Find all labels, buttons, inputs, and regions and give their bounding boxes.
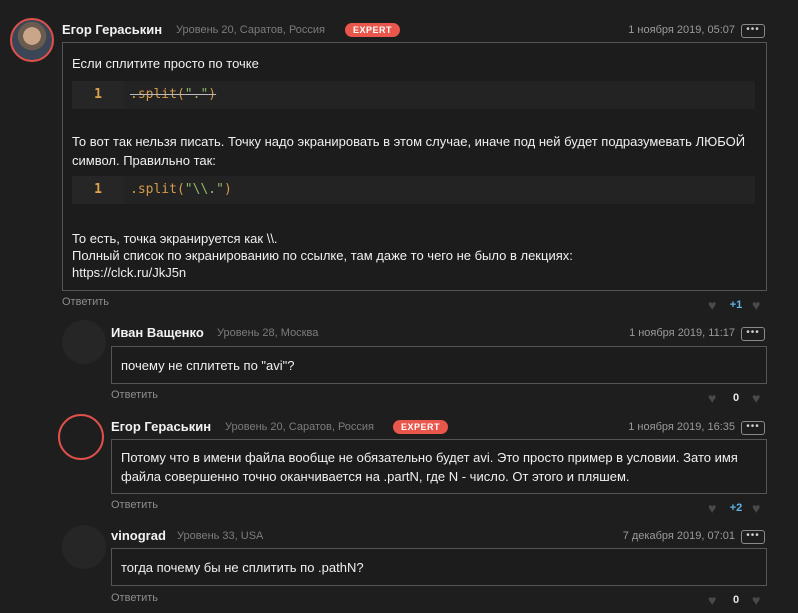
more-button[interactable]: ••• [741, 421, 765, 435]
comment-text: почему не сплитеть по "avi"? [121, 358, 295, 373]
ellipsis-icon: ••• [746, 327, 760, 338]
author-name[interactable]: Егор Гераськин [111, 419, 211, 434]
comment-date: 1 ноября 2019, 11:17 [629, 327, 735, 339]
more-button[interactable]: ••• [741, 530, 765, 544]
vote-count: +2 [729, 502, 743, 514]
reply-button[interactable]: Ответить [111, 592, 158, 604]
comment-text: Потому что в имени файла вообще не обяза… [121, 450, 738, 484]
expert-badge: EXPERT [345, 23, 401, 37]
comment-link[interactable]: https://clck.ru/JkJ5n [72, 263, 186, 282]
comment-text: Если сплитите просто по точке [72, 56, 259, 71]
reply-button[interactable]: Ответить [62, 296, 109, 308]
author-meta: Уровень 20, Саратов, Россия [176, 24, 326, 36]
author-name[interactable]: Егор Гераськин [62, 22, 162, 37]
expert-badge: EXPERT [393, 420, 449, 434]
ellipsis-icon: ••• [746, 530, 760, 541]
comment-date: 1 ноября 2019, 16:35 [628, 421, 735, 433]
line-number: 1 [72, 176, 124, 204]
code-line: .split(".") [130, 87, 217, 102]
more-button[interactable]: ••• [741, 327, 765, 341]
author-name[interactable]: Иван Ващенко [111, 325, 204, 340]
avatar[interactable] [62, 320, 106, 364]
dislike-heart-icon[interactable]: ♥ [752, 501, 766, 515]
avatar[interactable] [10, 18, 54, 62]
reply-button[interactable]: Ответить [111, 389, 158, 401]
ellipsis-icon: ••• [746, 421, 760, 432]
comment-text: тогда почему бы не сплитить по .pathN? [121, 560, 364, 575]
author-meta: Уровень 20, Саратов, Россия [225, 421, 375, 433]
ellipsis-icon: ••• [746, 24, 760, 35]
code-block: 1 .split(".") [72, 81, 755, 109]
dislike-heart-icon[interactable]: ♥ [752, 593, 766, 607]
vote-count: +1 [729, 299, 743, 311]
comment-date: 1 ноября 2019, 05:07 [628, 24, 735, 36]
avatar[interactable] [62, 525, 106, 569]
comments-page: { "comments": [ { "author": "Егор Герась… [0, 0, 798, 613]
dislike-heart-icon[interactable]: ♥ [752, 391, 766, 405]
comment-text: То вот так нельзя писать. Точку надо экр… [72, 134, 746, 168]
reply-button[interactable]: Ответить [111, 499, 158, 511]
like-heart-icon[interactable]: ♥ [708, 501, 722, 515]
code-line: .split("\\.") [130, 182, 232, 197]
code-block: 1 .split("\\.") [72, 176, 755, 204]
like-heart-icon[interactable]: ♥ [708, 298, 722, 312]
avatar[interactable] [58, 414, 104, 460]
dislike-heart-icon[interactable]: ♥ [752, 298, 766, 312]
author-meta: Уровень 33, USA [177, 530, 264, 542]
author-name[interactable]: vinograd [111, 528, 166, 543]
more-button[interactable]: ••• [741, 24, 765, 38]
like-heart-icon[interactable]: ♥ [708, 391, 722, 405]
vote-count: 0 [732, 392, 740, 404]
author-meta: Уровень 28, Москва [217, 327, 319, 339]
vote-count: 0 [732, 594, 740, 606]
line-number: 1 [72, 81, 124, 109]
like-heart-icon[interactable]: ♥ [708, 593, 722, 607]
comment-date: 7 декабря 2019, 07:01 [622, 530, 735, 542]
